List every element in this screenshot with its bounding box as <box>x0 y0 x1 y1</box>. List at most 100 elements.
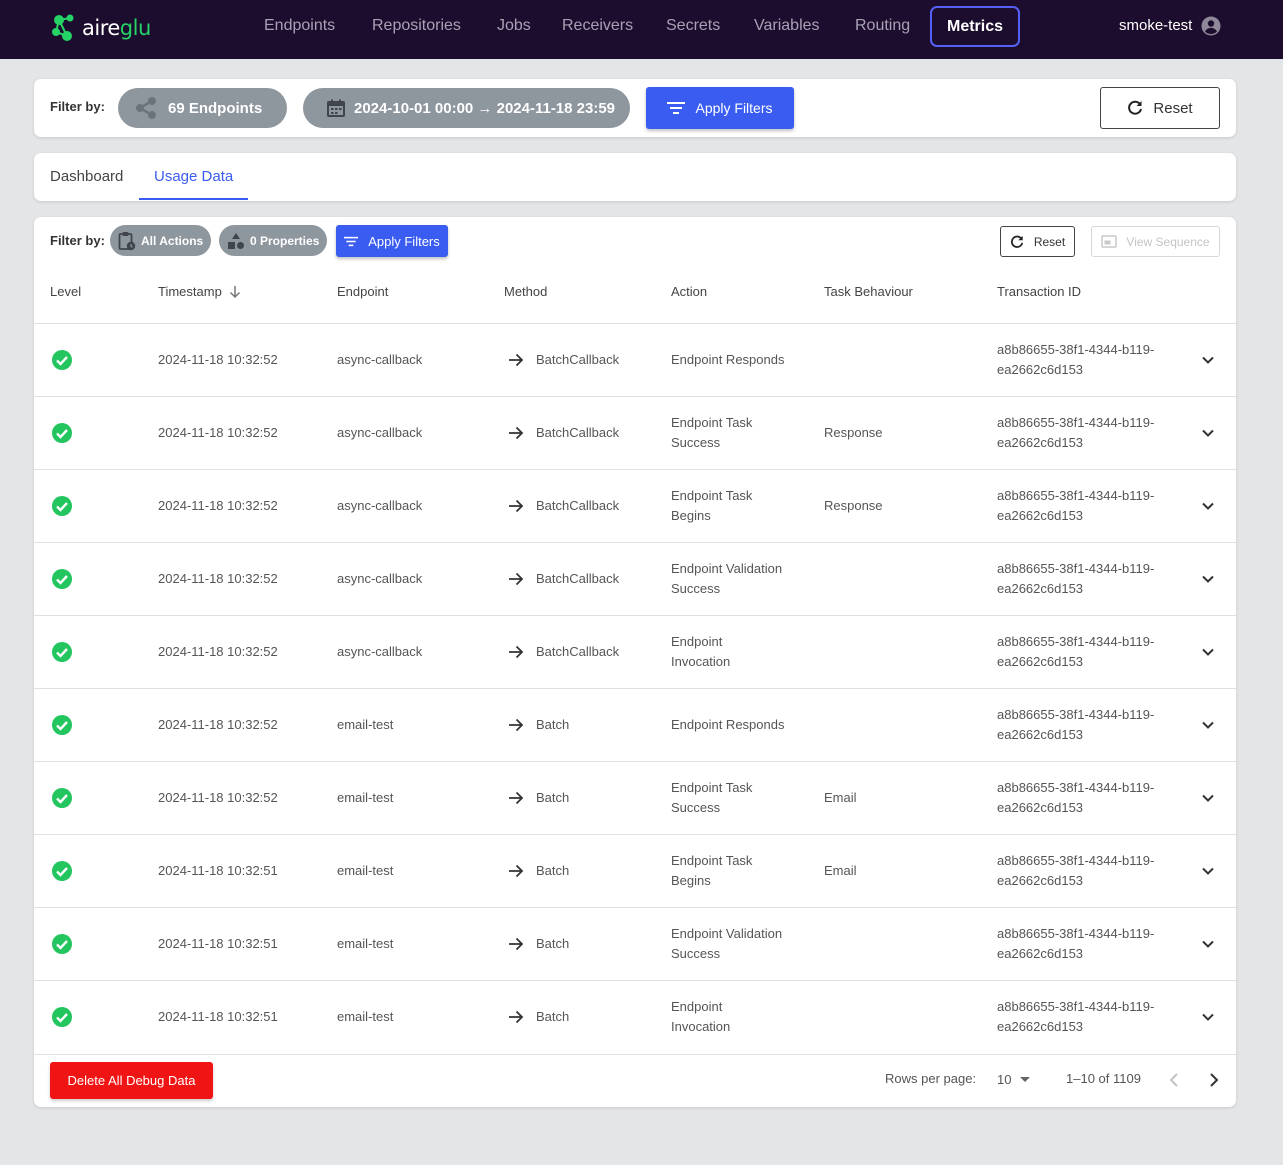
expand-chevron-icon[interactable] <box>1199 497 1217 515</box>
table-row[interactable]: 2024-11-18 10:32:51 email-test Batch Endpoi… <box>34 834 1236 907</box>
rows-per-page-label: Rows per page: <box>885 1071 977 1086</box>
previous-page-icon[interactable] <box>1167 1072 1181 1088</box>
endpoints-pill-label: 69 Endpoints <box>168 99 263 117</box>
calendar-icon <box>327 99 345 117</box>
success-check-icon <box>52 861 72 881</box>
success-check-icon <box>52 423 72 443</box>
cell-action-line-2: Success <box>671 581 721 596</box>
expand-chevron-icon[interactable] <box>1199 862 1217 880</box>
arrow-right-icon <box>509 937 524 951</box>
table-row[interactable]: 2024-11-18 10:32:52 async-callback BatchCa… <box>34 542 1236 615</box>
actions-filter-pill[interactable]: All Actions <box>110 225 211 256</box>
column-header-level[interactable]: Level <box>50 284 81 299</box>
properties-filter-pill[interactable]: 0 Properties <box>219 225 327 256</box>
cell-timestamp: 2024-11-18 10:32:52 <box>158 498 278 513</box>
cell-timestamp: 2024-11-18 10:32:51 <box>158 936 278 951</box>
cell-method: BatchCallback <box>536 571 620 586</box>
column-header-task-behaviour[interactable]: Task Behaviour <box>824 284 913 299</box>
nav-item-routing[interactable]: Routing <box>855 14 910 38</box>
nav-item-variables[interactable]: Variables <box>754 14 820 38</box>
cell-transaction-id-line-2: ea2662c6d153 <box>997 508 1084 523</box>
date-range-pill[interactable]: 2024-10-01 00:00 → 2024-11-18 23:59 <box>303 88 630 128</box>
nav-item-endpoints[interactable]: Endpoints <box>264 14 335 38</box>
cell-transaction-id: a8b86655-38f1-4344-b119- ea2662c6d153 <box>997 924 1172 964</box>
endpoints-filter-pill[interactable]: 69 Endpoints <box>118 88 287 128</box>
cell-transaction-id-line-2: ea2662c6d153 <box>997 873 1084 888</box>
column-header-transaction-id[interactable]: Transaction ID <box>997 284 1081 299</box>
actions-pill-label: All Actions <box>141 233 204 248</box>
cell-transaction-id-line-1: a8b86655-38f1-4344-b119- <box>997 342 1155 357</box>
expand-chevron-icon[interactable] <box>1199 570 1217 588</box>
usage-data-panel: Filter by: All Actions 0 Properties Appl… <box>34 217 1236 1107</box>
expand-chevron-icon[interactable] <box>1199 789 1217 807</box>
usage-apply-filters-label: Apply Filters <box>368 233 440 249</box>
table-row[interactable]: 2024-11-18 10:32:52 async-callback BatchCa… <box>34 323 1236 396</box>
cell-transaction-id: a8b86655-38f1-4344-b119- ea2662c6d153 <box>997 340 1172 380</box>
nav-item-secrets[interactable]: Secrets <box>666 14 720 38</box>
success-check-icon <box>52 715 72 735</box>
expand-chevron-icon[interactable] <box>1199 716 1217 734</box>
rows-per-page-select[interactable]: 10 <box>997 1069 1031 1089</box>
expand-chevron-icon[interactable] <box>1199 643 1217 661</box>
aireglu-logo[interactable]: aireglu <box>50 12 151 44</box>
table-row[interactable]: 2024-11-18 10:32:52 email-test Batch Endpoi… <box>34 688 1236 761</box>
picture-in-picture-icon <box>1101 235 1118 248</box>
cell-task-behaviour: Response <box>824 425 883 440</box>
cell-transaction-id-line-1: a8b86655-38f1-4344-b119- <box>997 561 1155 576</box>
date-range-label: 2024-10-01 00:00 → 2024-11-18 23:59 <box>354 99 616 117</box>
apply-filters-button[interactable]: Apply Filters <box>646 87 794 129</box>
tab-dashboard[interactable]: Dashboard <box>50 168 123 185</box>
nav-item-jobs[interactable]: Jobs <box>497 14 531 38</box>
cell-endpoint: email-test <box>337 1009 394 1024</box>
expand-chevron-icon[interactable] <box>1199 935 1217 953</box>
success-check-icon <box>52 350 72 370</box>
delete-all-debug-data-button[interactable]: Delete All Debug Data <box>50 1062 213 1099</box>
success-check-icon <box>52 569 72 589</box>
share-nodes-icon <box>136 97 156 119</box>
table-row[interactable]: 2024-11-18 10:32:51 email-test Batch Endpoi… <box>34 907 1236 980</box>
table-row[interactable]: 2024-11-18 10:32:52 async-callback BatchCa… <box>34 469 1236 542</box>
nav-item-receivers[interactable]: Receivers <box>562 14 633 38</box>
reset-button[interactable]: Reset <box>1100 87 1220 129</box>
cell-method: Batch <box>536 936 570 951</box>
logo-molecule-icon <box>52 14 74 41</box>
table-row[interactable]: 2024-11-18 10:32:52 async-callback BatchCa… <box>34 615 1236 688</box>
table-row[interactable]: 2024-11-18 10:32:52 async-callback BatchCa… <box>34 396 1236 469</box>
logo-text: aireglu <box>82 16 151 40</box>
cell-transaction-id-line-2: ea2662c6d153 <box>997 581 1084 596</box>
next-page-icon[interactable] <box>1207 1072 1221 1088</box>
nav-item-repositories[interactable]: Repositories <box>372 14 461 38</box>
cell-action: Endpoint Task Success <box>671 778 811 818</box>
usage-apply-filters-button[interactable]: Apply Filters <box>336 225 448 257</box>
cell-task-behaviour: Response <box>824 498 883 513</box>
column-header-action[interactable]: Action <box>671 284 707 299</box>
column-header-endpoint[interactable]: Endpoint <box>337 284 388 299</box>
cell-transaction-id-line-1: a8b86655-38f1-4344-b119- <box>997 999 1155 1014</box>
cell-endpoint: email-test <box>337 790 394 805</box>
column-header-timestamp-label: Timestamp <box>158 284 222 299</box>
expand-chevron-icon[interactable] <box>1199 1008 1217 1026</box>
cell-endpoint: async-callback <box>337 352 423 367</box>
cell-task-behaviour: Email <box>824 863 857 878</box>
expand-chevron-icon[interactable] <box>1199 351 1217 369</box>
cell-action: Endpoint Responds <box>671 350 811 370</box>
filter-list-icon <box>344 236 359 246</box>
column-header-method[interactable]: Method <box>504 284 547 299</box>
user-menu[interactable]: smoke-test <box>1119 14 1221 38</box>
cell-action: Endpoint Validation Success <box>671 559 811 599</box>
cell-method: Batch <box>536 863 570 878</box>
table-row[interactable]: 2024-11-18 10:32:52 email-test Batch Endpoi… <box>34 761 1236 834</box>
cell-transaction-id: a8b86655-38f1-4344-b119- ea2662c6d153 <box>997 851 1172 891</box>
view-sequence-button[interactable]: View Sequence <box>1091 226 1220 257</box>
cell-method: Batch <box>536 717 570 732</box>
cell-action-line-1: Endpoint Task <box>671 853 753 868</box>
arrow-right-icon <box>509 353 524 367</box>
nav-item-metrics[interactable]: Metrics <box>930 6 1021 47</box>
global-filter-bar: Filter by: 69 Endpoints 2024-10-01 00:00… <box>34 79 1236 137</box>
tab-usage-data[interactable]: Usage Data <box>154 168 233 185</box>
usage-reset-button[interactable]: Reset <box>1000 226 1075 257</box>
dropdown-arrow-icon <box>1020 1077 1031 1082</box>
column-header-timestamp[interactable]: Timestamp <box>158 284 242 299</box>
table-row[interactable]: 2024-11-18 10:32:51 email-test Batch Endpoi… <box>34 980 1236 1053</box>
expand-chevron-icon[interactable] <box>1199 424 1217 442</box>
